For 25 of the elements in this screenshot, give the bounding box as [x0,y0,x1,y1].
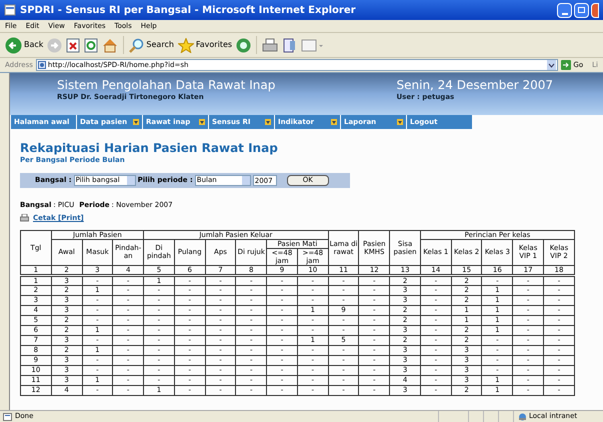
network-icon [518,412,527,420]
printer-icon[interactable] [262,38,278,52]
system-title: Sistem Pengolahan Data Rawat Inap [57,78,276,92]
restore-button[interactable] [574,2,589,18]
media-icon[interactable] [236,38,252,52]
window-icon [4,4,16,16]
page-title: Rekapituasi Harian Pasien Rawat Inap [20,141,279,155]
document-icon[interactable] [282,38,298,52]
page-icon [38,61,46,69]
page-icon [3,412,12,420]
close-button[interactable] [591,2,599,18]
favorites-button[interactable]: Favorites [178,34,232,56]
search-icon [129,38,144,52]
home-icon[interactable] [102,38,118,52]
go-arrow-icon[interactable] [561,60,572,70]
refresh-icon[interactable] [84,38,98,52]
printer-icon [20,214,29,222]
star-icon [178,38,194,52]
search-button[interactable]: Search [129,34,174,56]
discuss-icon[interactable] [301,38,324,52]
back-button[interactable]: Back [5,34,44,56]
minimize-button[interactable] [557,2,572,18]
current-date: Senin, 24 Desember 2007 [396,78,553,92]
stop-icon[interactable] [66,38,80,52]
window-title: SPDRI - Sensus RI per Bangsal - Microsoft Internet Explorer [20,4,357,18]
